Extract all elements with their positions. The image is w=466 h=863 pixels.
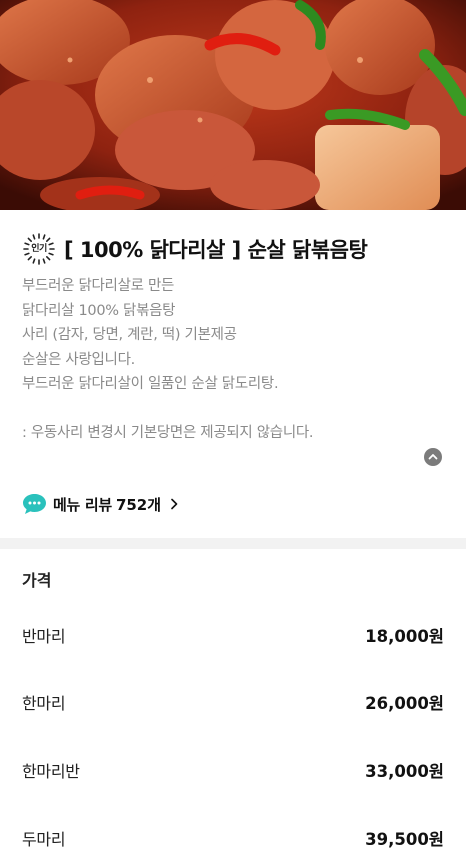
menu-info: 인기 [ 100% 닭다리살 ] 순살 닭볶음탕 부드러운 닭다리살로 만든 닭…: [0, 210, 466, 538]
price-option-row[interactable]: 한마리 26,000원: [22, 689, 444, 715]
description-line: 사리 (감자, 당면, 계란, 떡) 기본제공: [22, 327, 237, 343]
price-option-row[interactable]: 한마리반 33,000원: [22, 757, 444, 783]
chevron-right-icon: [171, 498, 178, 510]
braised-chicken-photo: [0, 0, 466, 210]
description-line: 순살은 사랑입니다.: [22, 351, 135, 368]
menu-review-link[interactable]: 메뉴 리뷰 752개: [22, 492, 179, 516]
popular-badge-label: 인기: [31, 244, 47, 254]
price-option-row[interactable]: 두마리 39,500원: [22, 825, 444, 851]
menu-hero-image: [0, 0, 466, 210]
price-heading: 가격: [22, 571, 52, 590]
review-count: 752개: [115, 495, 162, 514]
description-line: : 우동사리 변경시 기본당면은 제공되지 않습니다.: [22, 425, 314, 441]
price-option-value: 39,500원: [365, 830, 444, 849]
price-section: 가격 반마리 18,000원 한마리 26,000원 한마리반 33,000원 …: [0, 549, 466, 863]
menu-title: [ 100% 닭다리살 ] 순살 닭볶음탕: [64, 238, 368, 262]
description-line: 부드러운 닭다리살이 일품인 순살 닭도리탕.: [22, 376, 279, 392]
price-option-name: 두마리: [22, 830, 66, 849]
menu-title-row: 인기 [ 100% 닭다리살 ] 순살 닭볶음탕: [22, 232, 368, 266]
description-line: 닭다리살 100% 닭볶음탕: [22, 302, 176, 319]
price-option-value: 26,000원: [365, 694, 444, 713]
menu-description: 부드러운 닭다리살로 만든 닭다리살 100% 닭볶음탕 사리 (감자, 당면,…: [22, 274, 452, 446]
price-option-name: 한마리반: [22, 762, 80, 781]
price-option-row[interactable]: 반마리 18,000원: [22, 622, 444, 648]
collapse-description-button[interactable]: [424, 448, 442, 466]
review-label: 메뉴 리뷰: [53, 495, 112, 514]
price-option-value: 18,000원: [365, 627, 444, 646]
price-option-name: 반마리: [22, 627, 66, 646]
description-line: [22, 397, 452, 422]
chevron-up-icon: [428, 454, 438, 460]
section-divider: [0, 538, 466, 549]
price-option-value: 33,000원: [365, 762, 444, 781]
popular-badge: 인기: [22, 232, 56, 266]
speech-bubble-icon: [23, 494, 46, 514]
price-option-name: 한마리: [22, 694, 66, 713]
description-line: 부드러운 닭다리살로 만든: [22, 278, 175, 294]
